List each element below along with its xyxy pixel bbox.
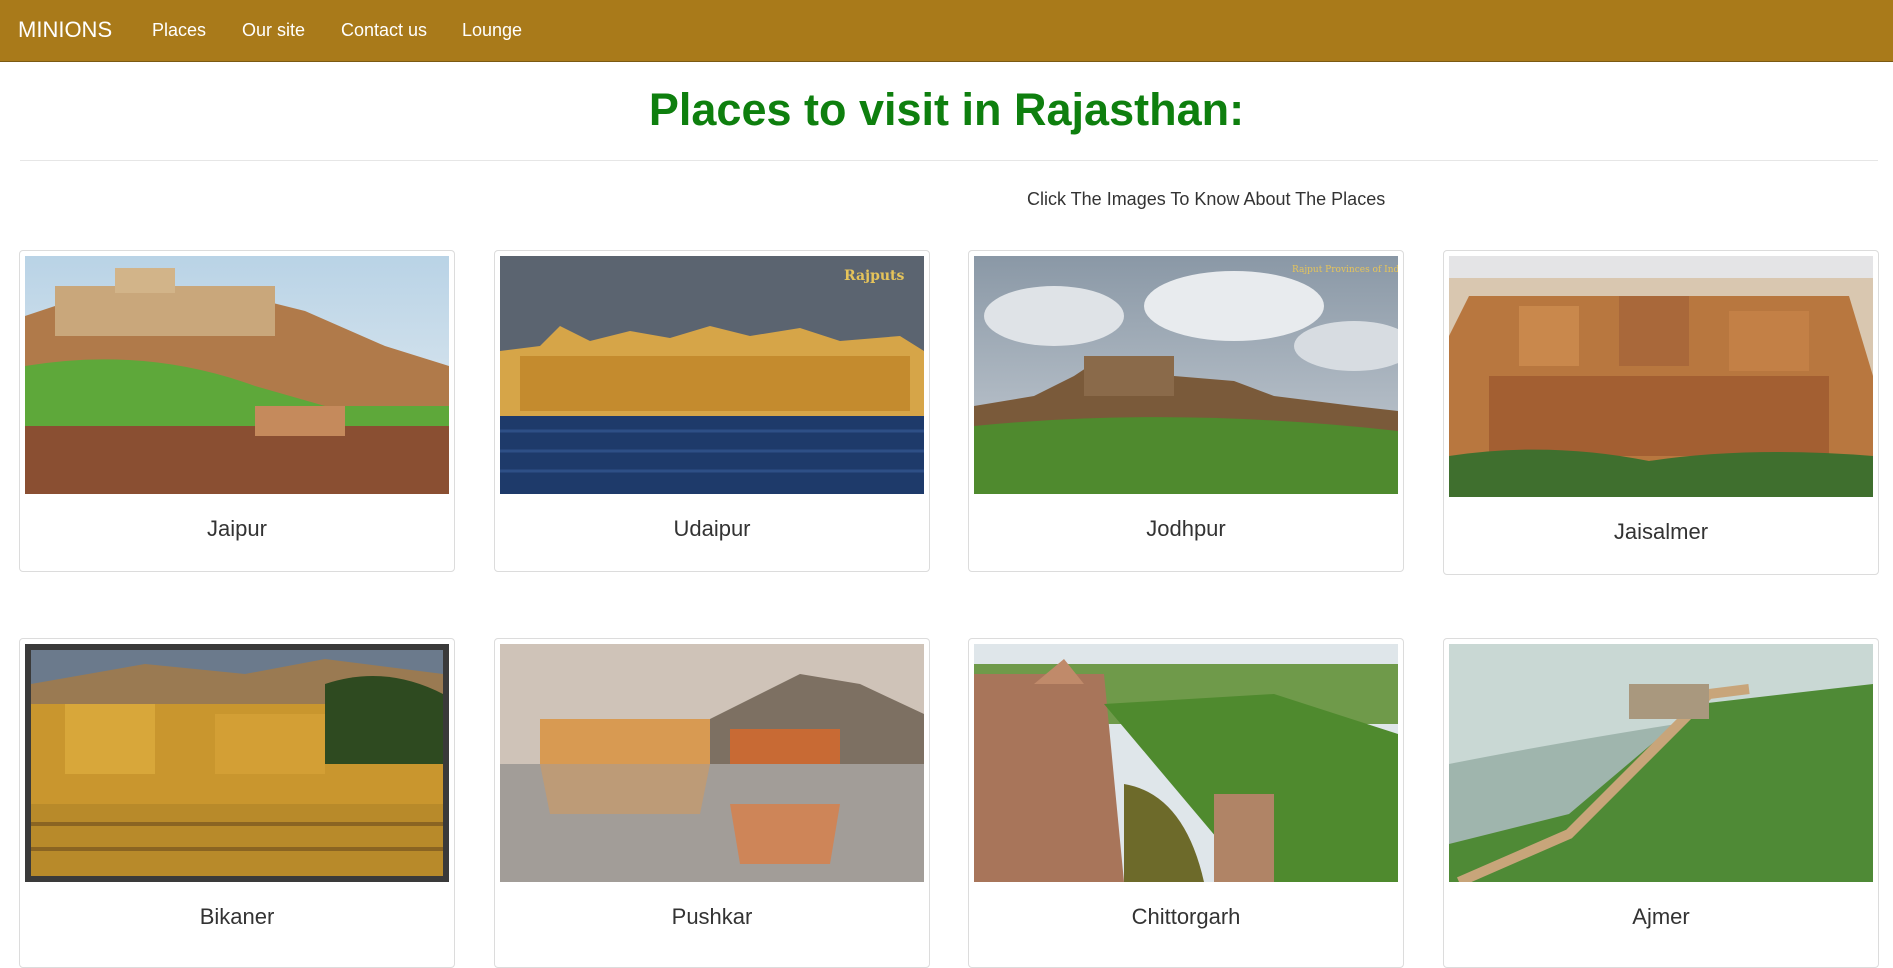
place-card-chittorgarh[interactable]: Chittorgarh [968,638,1404,968]
nav-link-our-site[interactable]: Our site [242,20,305,41]
chittorgarh-image[interactable] [974,644,1398,882]
place-name: Bikaner [199,904,275,929]
place-name: Udaipur [673,516,751,541]
place-card-bikaner[interactable]: Bikaner [19,638,455,968]
place-card-udaipur[interactable]: Rajputs Udaipur [494,250,930,572]
watermark-text: Rajput Provinces of India [1292,265,1398,275]
place-card-ajmer[interactable]: Ajmer [1443,638,1879,968]
nav-link-lounge[interactable]: Lounge [462,20,522,41]
title-divider [20,160,1878,161]
top-navbar: MINIONS Places Our site Contact us Loung… [0,0,1893,62]
place-name: Chittorgarh [1131,904,1241,929]
pushkar-image[interactable] [500,644,924,882]
place-name: Jaisalmer [1613,519,1709,544]
instruction-text: Click The Images To Know About The Place… [1027,189,1386,209]
place-card-jodhpur[interactable]: Rajput Provinces of India Jodhpur [968,250,1404,572]
jaipur-image[interactable] [25,256,449,494]
place-name: Jaipur [207,516,267,541]
watermark-text: Rajputs [844,268,905,284]
nav-link-contact-us[interactable]: Contact us [341,20,427,41]
jaisalmer-image[interactable] [1449,256,1873,497]
bikaner-image[interactable] [25,644,449,882]
page-title: Places to visit in Rajasthan: [648,84,1245,135]
jodhpur-image[interactable]: Rajput Provinces of India [974,256,1398,494]
place-card-jaipur[interactable]: Jaipur [19,250,455,572]
ajmer-image[interactable] [1449,644,1873,882]
place-card-jaisalmer[interactable]: Jaisalmer [1443,250,1879,575]
brand-logo[interactable]: MINIONS [18,17,112,43]
place-card-pushkar[interactable]: Pushkar [494,638,930,968]
nav-link-places[interactable]: Places [152,20,206,41]
place-name: Ajmer [1632,904,1690,929]
place-name: Pushkar [671,904,753,929]
udaipur-image[interactable]: Rajputs [500,256,924,494]
place-name: Jodhpur [1146,516,1226,541]
